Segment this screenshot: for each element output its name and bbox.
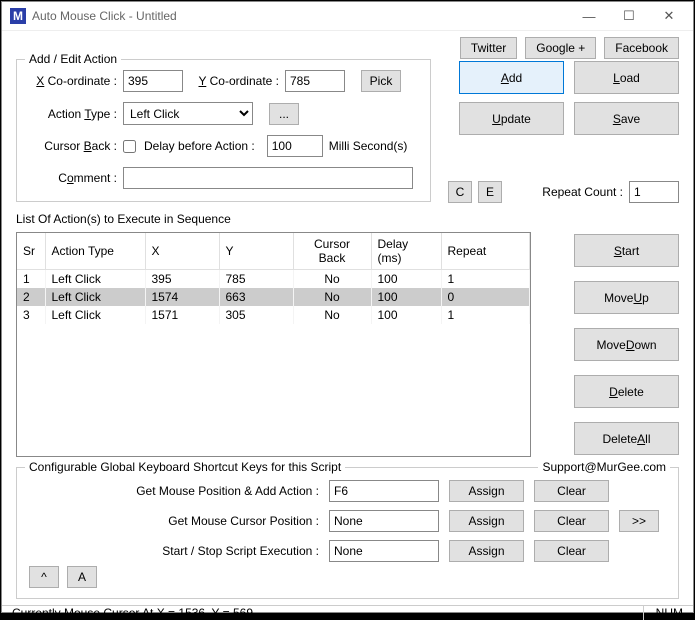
add-edit-legend: Add / Edit Action [25, 52, 121, 66]
sc-input-2[interactable] [329, 540, 439, 562]
sc-clear-1[interactable]: Clear [534, 510, 609, 532]
minimize-button[interactable]: — [569, 2, 609, 30]
sc-clear-0[interactable]: Clear [534, 480, 609, 502]
content-area: Twitter Google + Facebook Add Load Updat… [2, 31, 693, 605]
caret-toggle-button[interactable]: ^ [29, 566, 59, 588]
status-divider [643, 606, 644, 620]
app-window: M Auto Mouse Click - Untitled — ☐ ✕ Twit… [1, 1, 694, 613]
repeat-count-label: Repeat Count : [542, 185, 623, 199]
action-table[interactable]: Sr Action Type X Y Cursor Back Delay (ms… [17, 233, 530, 324]
table-row[interactable]: 2Left Click1574663No1000 [17, 288, 530, 306]
x-coord-label: X Co-ordinate : [29, 74, 117, 88]
action-type-select[interactable]: Left Click [123, 102, 253, 125]
save-button[interactable]: Save [574, 102, 679, 135]
sc-input-0[interactable] [329, 480, 439, 502]
ms-label: Milli Second(s) [329, 139, 408, 153]
pick-button[interactable]: Pick [361, 70, 401, 92]
e-button[interactable]: E [478, 181, 502, 203]
sc-assign-0[interactable]: Assign [449, 480, 524, 502]
twitter-button[interactable]: Twitter [460, 37, 517, 59]
sc-label-2: Start / Stop Script Execution : [29, 544, 319, 558]
th-delay[interactable]: Delay (ms) [371, 233, 441, 270]
move-down-button[interactable]: Move Down [574, 328, 679, 361]
th-repeat[interactable]: Repeat [441, 233, 530, 270]
shortcut-groupbox: Configurable Global Keyboard Shortcut Ke… [16, 467, 679, 599]
statusbar: Currently Mouse Cursor At X = 1536, Y = … [2, 605, 693, 620]
status-text: Currently Mouse Cursor At X = 1536, Y = … [12, 606, 631, 620]
list-action-buttons: Start Move Up Move Down Delete Delete Al… [574, 234, 679, 455]
delay-input[interactable] [267, 135, 323, 157]
sc-label-0: Get Mouse Position & Add Action : [29, 484, 319, 498]
cursor-back-checkbox[interactable] [123, 140, 136, 153]
comment-input[interactable] [123, 167, 413, 189]
action-table-wrap: Sr Action Type X Y Cursor Back Delay (ms… [16, 232, 531, 457]
th-sr[interactable]: Sr [17, 233, 45, 270]
facebook-button[interactable]: Facebook [604, 37, 679, 59]
action-more-button[interactable]: ... [269, 103, 299, 125]
start-button[interactable]: Start [574, 234, 679, 267]
th-back[interactable]: Cursor Back [293, 233, 371, 270]
maximize-button[interactable]: ☐ [609, 2, 649, 30]
titlebar: M Auto Mouse Click - Untitled — ☐ ✕ [2, 2, 693, 31]
social-row: Twitter Google + Facebook [460, 37, 679, 59]
table-row[interactable]: 3Left Click1571305No1001 [17, 306, 530, 324]
delay-label: Delay before Action : [144, 139, 255, 153]
sc-label-1: Get Mouse Cursor Position : [29, 514, 319, 528]
c-button[interactable]: C [448, 181, 472, 203]
support-link[interactable]: Support@MurGee.com [538, 460, 670, 474]
window-title: Auto Mouse Click - Untitled [32, 9, 569, 23]
repeat-count-row: Repeat Count : [542, 181, 679, 203]
sc-more-button[interactable]: >> [619, 510, 659, 532]
c-e-row: C E [448, 181, 502, 203]
repeat-count-input[interactable] [629, 181, 679, 203]
cursor-back-label: Cursor Back : [29, 139, 117, 153]
add-edit-groupbox: Add / Edit Action X Co-ordinate : Y Co-o… [16, 59, 431, 202]
sc-input-1[interactable] [329, 510, 439, 532]
load-button[interactable]: Load [574, 61, 679, 94]
table-row[interactable]: 1Left Click395785No1001 [17, 270, 530, 289]
move-up-button[interactable]: Move Up [574, 281, 679, 314]
sc-clear-2[interactable]: Clear [534, 540, 609, 562]
delete-all-button[interactable]: Delete All [574, 422, 679, 455]
close-button[interactable]: ✕ [649, 2, 689, 30]
action-type-label: Action Type : [29, 107, 117, 121]
num-indicator: NUM [656, 606, 683, 620]
action-list-title: List Of Action(s) to Execute in Sequence [16, 212, 679, 226]
delete-button[interactable]: Delete [574, 375, 679, 408]
th-x[interactable]: X [145, 233, 219, 270]
y-coord-label: Y Co-ordinate : [191, 74, 279, 88]
action-list-section: List Of Action(s) to Execute in Sequence… [16, 212, 679, 457]
google-button[interactable]: Google + [525, 37, 596, 59]
sc-assign-1[interactable]: Assign [449, 510, 524, 532]
comment-label: Comment : [29, 171, 117, 185]
a-toggle-button[interactable]: A [67, 566, 97, 588]
add-button[interactable]: Add [459, 61, 564, 94]
shortcut-legend: Configurable Global Keyboard Shortcut Ke… [25, 460, 345, 474]
update-button[interactable]: Update [459, 102, 564, 135]
sc-assign-2[interactable]: Assign [449, 540, 524, 562]
app-icon: M [10, 8, 26, 24]
right-button-column: Add Load Update Save [459, 61, 679, 135]
th-y[interactable]: Y [219, 233, 293, 270]
th-type[interactable]: Action Type [45, 233, 145, 270]
y-coord-input[interactable] [285, 70, 345, 92]
x-coord-input[interactable] [123, 70, 183, 92]
